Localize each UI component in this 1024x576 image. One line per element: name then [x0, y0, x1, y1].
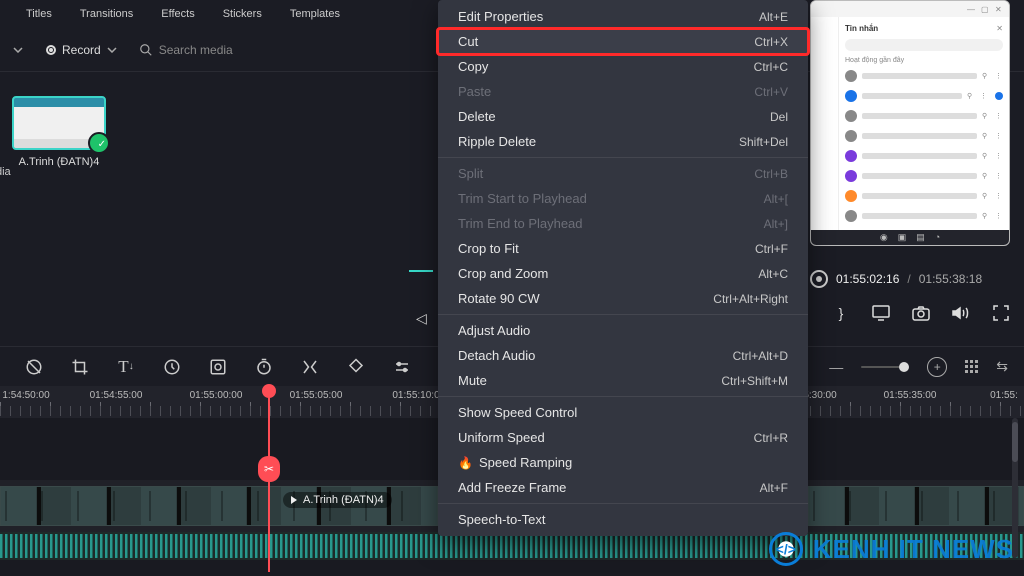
menu-ripple-delete[interactable]: Ripple DeleteShift+Del	[438, 129, 808, 154]
view-grid-icon[interactable]	[965, 360, 978, 373]
speed-icon[interactable]	[162, 357, 182, 377]
adjust-icon[interactable]	[392, 357, 412, 377]
record-icon	[46, 45, 56, 55]
volume-icon[interactable]	[952, 304, 970, 322]
tag-icon[interactable]	[24, 357, 44, 377]
accent-line	[409, 270, 433, 272]
current-timecode: 01:55:02:16	[836, 272, 899, 286]
menu-show-speed[interactable]: Show Speed Control	[438, 400, 808, 425]
zoom-slider[interactable]	[861, 366, 909, 368]
menu-crop-zoom[interactable]: Crop and ZoomAlt+C	[438, 261, 808, 286]
check-icon: ✓	[98, 139, 106, 150]
menu-edit-properties[interactable]: Edit PropertiesAlt+E	[438, 4, 808, 29]
tab-titles-label: Titles	[26, 8, 52, 20]
menu-trim-end: Trim End to PlayheadAlt+]	[438, 211, 808, 236]
color-icon[interactable]	[208, 357, 228, 377]
ruler-label: 01:55:10:0	[392, 390, 439, 401]
ruler-label: 01:55:00:00	[190, 390, 243, 401]
time-sep: /	[907, 272, 910, 286]
watermark: </> KENH IT NEWS	[769, 532, 1014, 566]
record-label: Record	[62, 43, 101, 57]
preview-monitor: —▢✕ Tin nhắn✕ Hoạt động gần đây ⚲⋮ ⚲⋮ ⚲⋮…	[810, 0, 1010, 246]
timer-icon[interactable]	[254, 357, 274, 377]
keyframe-icon[interactable]	[300, 357, 320, 377]
clip-name: A.Trinh (ĐATN)4	[19, 156, 100, 168]
menu-trim-start: Trim Start to PlayheadAlt+[	[438, 186, 808, 211]
import-dropdown[interactable]	[8, 40, 28, 60]
search-icon	[139, 43, 153, 57]
menu-detach-audio[interactable]: Detach AudioCtrl+Alt+D	[438, 343, 808, 368]
zoom-in-icon[interactable]: +	[927, 357, 947, 377]
total-timecode: 01:55:38:18	[919, 272, 982, 286]
watermark-logo-icon: </>	[769, 532, 803, 566]
menu-crop-fit[interactable]: Crop to FitCtrl+F	[438, 236, 808, 261]
menu-uniform-speed[interactable]: Uniform SpeedCtrl+R	[438, 425, 808, 450]
prev-frame-icon[interactable]: ◁	[416, 310, 427, 327]
menu-freeze-frame[interactable]: Add Freeze FrameAlt+F	[438, 475, 808, 500]
fullscreen-icon[interactable]	[992, 304, 1010, 322]
menu-mute[interactable]: MuteCtrl+Shift+M	[438, 368, 808, 393]
search-placeholder: Search media	[159, 43, 233, 57]
fire-icon: 🔥	[458, 456, 473, 470]
ruler-label: 01:54:55:00	[90, 390, 143, 401]
ruler-label: 5:30:00	[803, 390, 836, 401]
display-icon[interactable]	[872, 304, 890, 322]
menu-speech-to-text[interactable]: Speech-to-Text	[438, 507, 808, 532]
menu-split: SplitCtrl+B	[438, 161, 808, 186]
menu-rotate[interactable]: Rotate 90 CWCtrl+Alt+Right	[438, 286, 808, 311]
preview-sub: Hoạt động gần đây	[845, 57, 1003, 64]
cut-marker-icon[interactable]: ✂	[258, 456, 280, 482]
media-clip[interactable]: ✓ A.Trinh (ĐATN)4	[12, 96, 106, 298]
watermark-text: KENH IT NEWS	[813, 534, 1014, 565]
preview-title: Tin nhắn	[845, 24, 878, 33]
menu-paste: PasteCtrl+V	[438, 79, 808, 104]
search-input[interactable]: Search media	[139, 43, 233, 57]
tab-stickers-label: Stickers	[223, 8, 262, 20]
tab-effects-label: Effects	[161, 8, 194, 20]
play-icon	[291, 496, 297, 504]
snapshot-icon[interactable]	[912, 304, 930, 322]
video-clip-right[interactable]	[808, 486, 1024, 526]
chevron-down-icon	[107, 47, 117, 53]
ruler-label: 01:55:	[990, 390, 1018, 401]
text-icon[interactable]: T↓	[116, 357, 136, 377]
tab-templates-label: Templates	[290, 8, 340, 20]
menu-copy[interactable]: CopyCtrl+C	[438, 54, 808, 79]
mark-out-icon[interactable]: }	[832, 304, 850, 322]
menu-adjust-audio[interactable]: Adjust Audio	[438, 318, 808, 343]
menu-delete[interactable]: DeleteDel	[438, 104, 808, 129]
tab-transitions-label: Transitions	[80, 8, 133, 20]
paint-icon[interactable]	[346, 357, 366, 377]
expand-icon[interactable]: ⇆	[996, 358, 1008, 375]
tab-transitions[interactable]: Transitions	[80, 0, 133, 20]
side-category-label: dia	[0, 166, 11, 178]
menu-cut[interactable]: CutCtrl+X	[438, 29, 808, 54]
zoom-out-icon[interactable]: —	[829, 359, 843, 375]
clip-overlay-label: A.Trinh (ĐATN)4	[283, 492, 392, 508]
ruler-label: 01:55:05:00	[290, 390, 343, 401]
tab-titles[interactable]: Titles	[26, 0, 52, 20]
ruler-label: 01:55:35:00	[884, 390, 937, 401]
ruler-label: 1:54:50:00	[2, 390, 49, 401]
record-indicator-icon	[810, 270, 828, 288]
crop-icon[interactable]	[70, 357, 90, 377]
tab-effects[interactable]: Effects	[161, 0, 194, 20]
tab-stickers[interactable]: Stickers	[223, 0, 262, 20]
clip-thumbnail[interactable]: ✓	[12, 96, 106, 150]
context-menu: Edit PropertiesAlt+E CutCtrl+X CopyCtrl+…	[438, 0, 808, 536]
tab-templates[interactable]: Templates	[290, 0, 340, 20]
record-button[interactable]: Record	[38, 39, 125, 61]
menu-speed-ramping[interactable]: 🔥Speed Ramping	[438, 450, 808, 475]
